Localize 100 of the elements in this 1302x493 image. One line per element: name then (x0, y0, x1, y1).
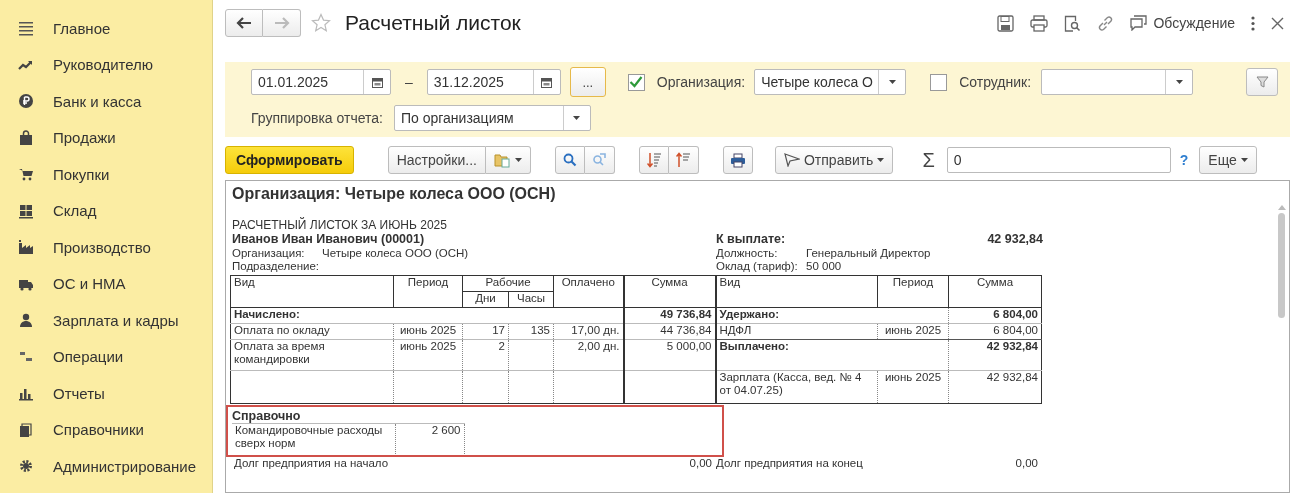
caret-icon (1240, 158, 1248, 162)
send-button[interactable]: Отправить (775, 146, 894, 174)
print-icon[interactable] (1030, 14, 1049, 32)
field-value: Четыре колеса ООО (ОСН) (322, 247, 469, 259)
preview-icon[interactable] (1064, 14, 1082, 32)
sidebar-item[interactable]: Продажи (0, 119, 212, 156)
variants-button[interactable] (486, 146, 531, 174)
organization-select[interactable]: Четыре колеса О (754, 69, 907, 95)
close-icon[interactable] (1271, 16, 1284, 30)
more-icon[interactable] (1251, 15, 1255, 31)
filter-button[interactable] (1246, 68, 1278, 96)
date-field[interactable]: 01.01.2025 (251, 69, 391, 95)
sort-down-icon (647, 152, 661, 168)
table-cell: 2 (462, 339, 509, 371)
arrow-left-icon (236, 17, 252, 29)
field-label: Группировка отчета: (251, 110, 383, 126)
person-icon (18, 312, 34, 329)
table-cell: Оплата за время командировки (230, 339, 394, 371)
checkbox[interactable] (930, 73, 948, 91)
table-cell: Выплачено: (715, 339, 949, 371)
table-cell: 42 932,84 (948, 370, 1042, 404)
table-cell: НДФЛ (715, 323, 878, 340)
section-title: Справочно (232, 409, 302, 423)
grouping-select[interactable]: По организациям (393, 105, 591, 131)
table-cell: 17 (462, 323, 509, 340)
field-label: Долг предприятия на конец (716, 456, 863, 469)
date-field[interactable]: 31.12.2025 (426, 69, 561, 95)
sidebar-item[interactable]: Производство (0, 229, 212, 266)
sort-ascending-button[interactable] (669, 146, 699, 174)
calendar-icon (541, 76, 553, 88)
sidebar-item[interactable]: Банк и касса (0, 83, 212, 120)
more-button[interactable]: Еще (1199, 146, 1257, 174)
field-value: 0,00 (689, 456, 712, 469)
search-icon (563, 153, 577, 167)
column-header: Период (393, 275, 463, 308)
table-cell: Зарплата (Касса, вед. № 4 от 04.07.25) (715, 370, 878, 404)
shopping-bag-icon (18, 129, 34, 146)
back-button[interactable] (225, 9, 263, 37)
table-cell: 17,00 дн. (553, 323, 624, 340)
search-arrow-icon (592, 153, 607, 167)
arrow-right-icon (273, 17, 290, 29)
table-cell: 49 736,84 (623, 307, 716, 324)
help-link[interactable]: ? (1179, 152, 1189, 168)
sort-descending-button[interactable] (639, 146, 669, 174)
column-header: Вид (715, 275, 878, 308)
caret-icon (573, 116, 581, 120)
settings-button[interactable]: Настройки... (387, 146, 486, 174)
caret-icon (888, 80, 896, 84)
total-value: 42 932,84 (986, 232, 1043, 246)
print-button[interactable] (723, 146, 753, 174)
field-label: Долг предприятия на начало (234, 456, 389, 469)
report-heading: Организация: Четыре колеса ООО (ОСН) (232, 185, 557, 203)
discussion-button[interactable]: Обсуждение (1130, 15, 1235, 31)
scroll-up-icon[interactable] (1278, 205, 1286, 210)
sidebar-item[interactable]: Администрирование (0, 448, 212, 485)
period-button[interactable]: ... (569, 67, 606, 97)
table-cell: 135 (508, 323, 554, 340)
generate-button[interactable]: Сформировать (225, 146, 354, 174)
column-header: Период (877, 275, 949, 308)
sidebar-item[interactable]: Главное (0, 10, 212, 47)
caret-icon (515, 158, 522, 162)
column-header: Дни (462, 291, 509, 308)
print-icon (730, 152, 746, 168)
table-cell: 42 932,84 (948, 339, 1042, 371)
table-cell: Оплата по окладу (230, 323, 394, 340)
field-label: Организация: (232, 247, 306, 259)
field-label: Подразделение: (232, 260, 320, 272)
table-cell: 5 000,00 (623, 339, 716, 371)
table-cell: июнь 2025 (393, 323, 463, 340)
employee-select[interactable] (1041, 69, 1194, 95)
sum-field[interactable]: 0 (946, 147, 1171, 173)
sidebar-item[interactable]: Справочники (0, 411, 212, 448)
books-icon (18, 421, 34, 438)
search-next-button[interactable] (585, 146, 615, 174)
table-cell: 6 804,00 (948, 323, 1042, 340)
scrollbar-thumb[interactable] (1278, 213, 1285, 318)
gear-icon (18, 458, 34, 475)
star-icon[interactable] (311, 13, 331, 33)
sidebar-item[interactable]: Руководителю (0, 46, 212, 83)
table-cell: июнь 2025 (877, 370, 949, 404)
sidebar-item[interactable]: Покупки (0, 156, 212, 193)
sidebar-item[interactable]: Зарплата и кадры (0, 302, 212, 339)
field-label: К выплате: (716, 232, 787, 246)
cart-icon (18, 166, 34, 183)
save-icon[interactable] (997, 14, 1015, 32)
field-label: Организация: (656, 74, 746, 90)
search-button[interactable] (555, 146, 585, 174)
check-icon (629, 76, 644, 88)
table-cell: Начислено: (230, 307, 624, 324)
link-icon[interactable] (1097, 14, 1115, 32)
table-cell: 6 804,00 (948, 307, 1042, 324)
table-cell: Удержано: (715, 307, 949, 324)
sidebar-item[interactable]: Склад (0, 192, 212, 229)
calendar-icon (371, 76, 383, 88)
sidebar-item[interactable]: ОС и НМА (0, 265, 212, 302)
employee-name: Иванов Иван Иванович (00001) (232, 232, 426, 246)
sidebar-item[interactable]: Отчеты (0, 375, 212, 412)
checkbox[interactable] (627, 73, 645, 91)
report-title: РАСЧЕТНЫЙ ЛИСТОК ЗА ИЮНЬ 2025 (232, 218, 448, 232)
sidebar-item[interactable]: Операции (0, 338, 212, 375)
